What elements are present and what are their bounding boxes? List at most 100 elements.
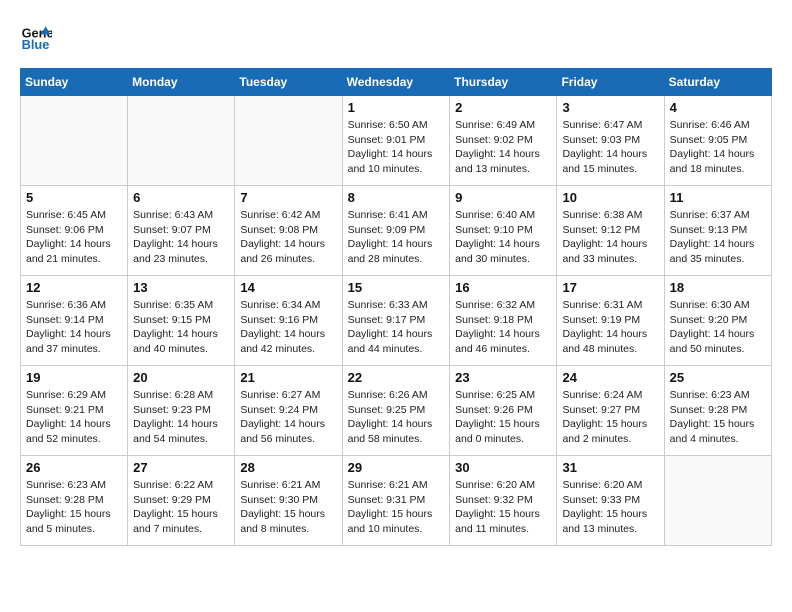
day-cell: 28 Sunrise: 6:21 AMSunset: 9:30 PMDayligh… — [235, 456, 342, 546]
logo: General Blue — [20, 20, 52, 52]
day-info: Sunrise: 6:30 AMSunset: 9:20 PMDaylight:… — [670, 298, 766, 357]
day-number: 2 — [455, 100, 551, 115]
day-info: Sunrise: 6:49 AMSunset: 9:02 PMDaylight:… — [455, 118, 551, 177]
day-number: 27 — [133, 460, 229, 475]
day-cell: 10Sunrise: 6:38 AMSunset: 9:12 PMDayligh… — [557, 186, 664, 276]
day-cell: 14 Sunrise: 6:34 AMSunset: 9:16 PMDayligh… — [235, 276, 342, 366]
col-header-thursday: Thursday — [450, 69, 557, 96]
page-header: General Blue — [20, 20, 772, 52]
day-cell: 9 Sunrise: 6:40 AMSunset: 9:10 PMDaylight… — [450, 186, 557, 276]
day-number: 25 — [670, 370, 766, 385]
day-cell: 18 Sunrise: 6:30 AMSunset: 9:20 PMDayligh… — [664, 276, 771, 366]
day-number: 29 — [348, 460, 445, 475]
day-number: 23 — [455, 370, 551, 385]
day-info: Sunrise: 6:20 AMSunset: 9:32 PMDaylight:… — [455, 478, 551, 537]
day-info: Sunrise: 6:40 AMSunset: 9:10 PMDaylight:… — [455, 208, 551, 267]
logo-icon: General Blue — [20, 20, 52, 52]
day-cell: 22 Sunrise: 6:26 AMSunset: 9:25 PMDayligh… — [342, 366, 450, 456]
day-number: 26 — [26, 460, 122, 475]
day-info: Sunrise: 6:45 AMSunset: 9:06 PMDaylight:… — [26, 208, 122, 267]
day-cell: 15Sunrise: 6:33 AMSunset: 9:17 PMDayligh… — [342, 276, 450, 366]
day-cell: 17 Sunrise: 6:31 AMSunset: 9:19 PMDayligh… — [557, 276, 664, 366]
day-cell: 12 Sunrise: 6:36 AMSunset: 9:14 PMDayligh… — [21, 276, 128, 366]
week-row-5: 26 Sunrise: 6:23 AMSunset: 9:28 PMDayligh… — [21, 456, 772, 546]
day-info: Sunrise: 6:36 AMSunset: 9:14 PMDaylight:… — [26, 298, 122, 357]
calendar-header-row: SundayMondayTuesdayWednesdayThursdayFrid… — [21, 69, 772, 96]
day-cell: 4 Sunrise: 6:46 AMSunset: 9:05 PMDaylight… — [664, 96, 771, 186]
day-number: 30 — [455, 460, 551, 475]
day-number: 21 — [240, 370, 336, 385]
day-cell: 30 Sunrise: 6:20 AMSunset: 9:32 PMDayligh… — [450, 456, 557, 546]
week-row-4: 19 Sunrise: 6:29 AMSunset: 9:21 PMDayligh… — [21, 366, 772, 456]
day-info: Sunrise: 6:32 AMSunset: 9:18 PMDaylight:… — [455, 298, 551, 357]
day-info: Sunrise: 6:34 AMSunset: 9:16 PMDaylight:… — [240, 298, 336, 357]
day-cell — [128, 96, 235, 186]
day-info: Sunrise: 6:46 AMSunset: 9:05 PMDaylight:… — [670, 118, 766, 177]
day-cell — [21, 96, 128, 186]
day-cell: 16 Sunrise: 6:32 AMSunset: 9:18 PMDayligh… — [450, 276, 557, 366]
svg-text:Blue: Blue — [22, 37, 50, 52]
day-cell: 31 Sunrise: 6:20 AMSunset: 9:33 PMDayligh… — [557, 456, 664, 546]
day-cell: 8 Sunrise: 6:41 AMSunset: 9:09 PMDaylight… — [342, 186, 450, 276]
day-info: Sunrise: 6:20 AMSunset: 9:33 PMDaylight:… — [562, 478, 658, 537]
day-info: Sunrise: 6:47 AMSunset: 9:03 PMDaylight:… — [562, 118, 658, 177]
day-info: Sunrise: 6:43 AMSunset: 9:07 PMDaylight:… — [133, 208, 229, 267]
day-number: 22 — [348, 370, 445, 385]
day-number: 24 — [562, 370, 658, 385]
day-cell: 3 Sunrise: 6:47 AMSunset: 9:03 PMDaylight… — [557, 96, 664, 186]
week-row-1: 1Sunrise: 6:50 AMSunset: 9:01 PMDaylight… — [21, 96, 772, 186]
day-info: Sunrise: 6:42 AMSunset: 9:08 PMDaylight:… — [240, 208, 336, 267]
day-number: 17 — [562, 280, 658, 295]
day-number: 16 — [455, 280, 551, 295]
day-number: 11 — [670, 190, 766, 205]
day-cell — [235, 96, 342, 186]
day-cell: 13 Sunrise: 6:35 AMSunset: 9:15 PMDayligh… — [128, 276, 235, 366]
day-cell: 11 Sunrise: 6:37 AMSunset: 9:13 PMDayligh… — [664, 186, 771, 276]
day-info: Sunrise: 6:29 AMSunset: 9:21 PMDaylight:… — [26, 388, 122, 447]
day-number: 31 — [562, 460, 658, 475]
day-number: 7 — [240, 190, 336, 205]
day-number: 20 — [133, 370, 229, 385]
day-info: Sunrise: 6:35 AMSunset: 9:15 PMDaylight:… — [133, 298, 229, 357]
day-info: Sunrise: 6:26 AMSunset: 9:25 PMDaylight:… — [348, 388, 445, 447]
day-cell: 29Sunrise: 6:21 AMSunset: 9:31 PMDayligh… — [342, 456, 450, 546]
calendar-table: SundayMondayTuesdayWednesdayThursdayFrid… — [20, 68, 772, 546]
day-cell: 5 Sunrise: 6:45 AMSunset: 9:06 PMDaylight… — [21, 186, 128, 276]
day-info: Sunrise: 6:23 AMSunset: 9:28 PMDaylight:… — [26, 478, 122, 537]
day-info: Sunrise: 6:21 AMSunset: 9:30 PMDaylight:… — [240, 478, 336, 537]
day-number: 13 — [133, 280, 229, 295]
day-cell: 1Sunrise: 6:50 AMSunset: 9:01 PMDaylight… — [342, 96, 450, 186]
day-info: Sunrise: 6:37 AMSunset: 9:13 PMDaylight:… — [670, 208, 766, 267]
day-number: 19 — [26, 370, 122, 385]
day-number: 14 — [240, 280, 336, 295]
day-number: 3 — [562, 100, 658, 115]
day-number: 8 — [348, 190, 445, 205]
day-info: Sunrise: 6:24 AMSunset: 9:27 PMDaylight:… — [562, 388, 658, 447]
week-row-3: 12 Sunrise: 6:36 AMSunset: 9:14 PMDayligh… — [21, 276, 772, 366]
day-cell: 2 Sunrise: 6:49 AMSunset: 9:02 PMDaylight… — [450, 96, 557, 186]
col-header-sunday: Sunday — [21, 69, 128, 96]
day-cell: 25 Sunrise: 6:23 AMSunset: 9:28 PMDayligh… — [664, 366, 771, 456]
day-number: 28 — [240, 460, 336, 475]
day-cell: 20Sunrise: 6:28 AMSunset: 9:23 PMDayligh… — [128, 366, 235, 456]
day-info: Sunrise: 6:41 AMSunset: 9:09 PMDaylight:… — [348, 208, 445, 267]
day-cell: 6 Sunrise: 6:43 AMSunset: 9:07 PMDaylight… — [128, 186, 235, 276]
day-info: Sunrise: 6:23 AMSunset: 9:28 PMDaylight:… — [670, 388, 766, 447]
day-info: Sunrise: 6:33 AMSunset: 9:17 PMDaylight:… — [348, 298, 445, 357]
day-number: 4 — [670, 100, 766, 115]
col-header-saturday: Saturday — [664, 69, 771, 96]
day-info: Sunrise: 6:25 AMSunset: 9:26 PMDaylight:… — [455, 388, 551, 447]
day-number: 12 — [26, 280, 122, 295]
day-cell: 23 Sunrise: 6:25 AMSunset: 9:26 PMDayligh… — [450, 366, 557, 456]
day-number: 10 — [562, 190, 658, 205]
day-info: Sunrise: 6:22 AMSunset: 9:29 PMDaylight:… — [133, 478, 229, 537]
day-number: 18 — [670, 280, 766, 295]
day-cell: 24 Sunrise: 6:24 AMSunset: 9:27 PMDayligh… — [557, 366, 664, 456]
day-info: Sunrise: 6:31 AMSunset: 9:19 PMDaylight:… — [562, 298, 658, 357]
day-number: 6 — [133, 190, 229, 205]
day-number: 5 — [26, 190, 122, 205]
day-cell: 26 Sunrise: 6:23 AMSunset: 9:28 PMDayligh… — [21, 456, 128, 546]
col-header-monday: Monday — [128, 69, 235, 96]
day-number: 9 — [455, 190, 551, 205]
day-info: Sunrise: 6:50 AMSunset: 9:01 PMDaylight:… — [348, 118, 445, 177]
